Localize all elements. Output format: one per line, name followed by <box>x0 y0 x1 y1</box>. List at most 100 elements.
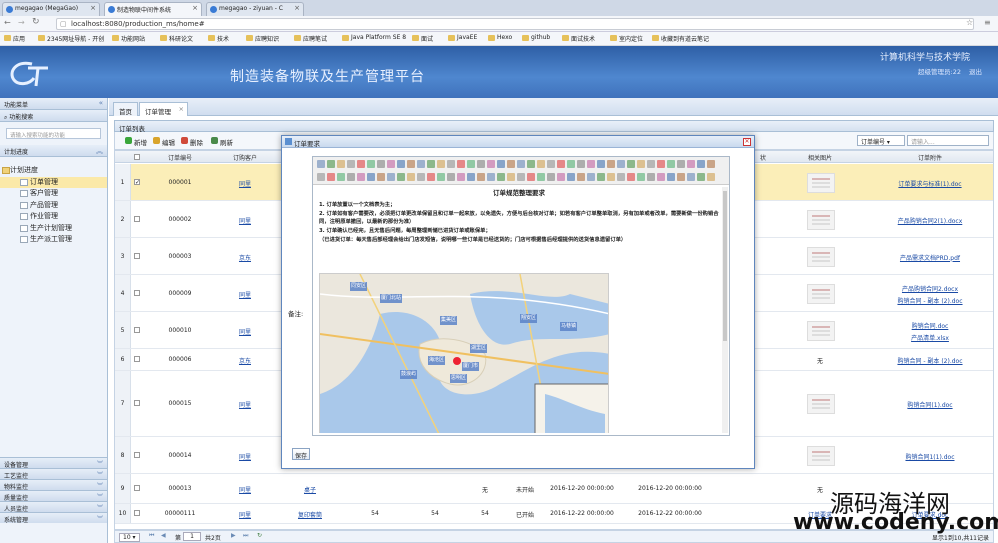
attachment-link[interactable]: 购销合同1(1).doc <box>875 452 985 461</box>
editor-tool-icon[interactable] <box>607 173 615 181</box>
row-checkbox[interactable] <box>134 215 140 222</box>
editor-tool-icon[interactable] <box>387 160 395 168</box>
editor-tool-icon[interactable] <box>337 160 345 168</box>
editor-tool-icon[interactable] <box>607 160 615 168</box>
chevron-down-icon[interactable]: ︾ <box>97 459 103 468</box>
image-thumbnail[interactable] <box>807 394 835 414</box>
attachment-link[interactable]: 购销合同 - 副本 (2).doc <box>875 296 985 305</box>
editor-tool-icon[interactable] <box>337 173 345 181</box>
editor-tool-icon[interactable] <box>677 173 685 181</box>
editor-tool-icon[interactable] <box>317 173 325 181</box>
add-button[interactable]: 新增 <box>125 137 147 147</box>
editor-tool-icon[interactable] <box>427 160 435 168</box>
bookmark-item[interactable]: 应用 <box>4 34 25 43</box>
bookmark-item[interactable]: 技术 <box>208 34 229 43</box>
client-link[interactable]: 同里 <box>215 327 275 336</box>
edit-button[interactable]: 编辑 <box>153 137 175 147</box>
chevron-down-icon[interactable]: ︾ <box>97 503 103 512</box>
editor-tool-icon[interactable] <box>447 173 455 181</box>
editor-tool-icon[interactable] <box>537 160 545 168</box>
editor-tool-icon[interactable] <box>367 160 375 168</box>
editor-tool-icon[interactable] <box>567 160 575 168</box>
editor-tool-icon[interactable] <box>347 160 355 168</box>
editor-tool-icon[interactable] <box>407 173 415 181</box>
select-all-checkbox[interactable] <box>134 154 140 160</box>
client-link[interactable]: 京东 <box>215 253 275 262</box>
col-image[interactable]: 相关图片 <box>795 153 845 162</box>
search-field-select[interactable]: 订单编号 ▾ <box>857 135 905 146</box>
forward-icon[interactable]: → <box>18 18 25 27</box>
chevron-down-icon[interactable]: ︾ <box>97 492 103 501</box>
browser-tab[interactable]: megagao (MegaGao) × <box>2 2 100 16</box>
editor-tool-icon[interactable] <box>467 160 475 168</box>
editor-tool-icon[interactable] <box>697 160 705 168</box>
chevron-down-icon[interactable]: ︾ <box>97 481 103 490</box>
editor-tool-icon[interactable] <box>657 160 665 168</box>
first-page-icon[interactable]: ⏮ <box>149 532 154 540</box>
row-checkbox[interactable]: ✓ <box>134 178 140 185</box>
next-page-icon[interactable]: ▶ <box>231 532 236 539</box>
editor-tool-icon[interactable] <box>417 160 425 168</box>
accordion-1[interactable]: 工艺监控 ︾ <box>0 468 107 480</box>
collapse-icon[interactable]: « <box>99 99 103 107</box>
tree-item-0[interactable]: 计划进度 <box>0 165 107 177</box>
bookmark-item[interactable]: 面试 <box>412 34 433 43</box>
editor-tool-icon[interactable] <box>487 173 495 181</box>
editor-tool-icon[interactable] <box>617 160 625 168</box>
editor-tool-icon[interactable] <box>427 173 435 181</box>
client-link[interactable]: 同里 <box>215 290 275 299</box>
editor-tool-icon[interactable] <box>467 173 475 181</box>
row-checkbox[interactable] <box>134 451 140 458</box>
accordion-4[interactable]: 人员监控 ︾ <box>0 501 107 513</box>
editor-tool-icon[interactable] <box>457 160 465 168</box>
editor-tool-icon[interactable] <box>457 173 465 181</box>
editor-tool-icon[interactable] <box>377 160 385 168</box>
product-link[interactable]: 桌子 <box>285 485 335 494</box>
attachment-link[interactable]: 购销合同 - 副本 (2).doc <box>875 356 985 365</box>
col-attachment[interactable]: 订单附件 <box>885 153 975 162</box>
editor-content[interactable]: 订单规范整理要求 1. 订单放置以一个文档表为主； 2. 订单如有客户需要改，必须… <box>319 189 719 433</box>
client-link[interactable]: 同里 <box>215 216 275 225</box>
col-order-id[interactable]: 订单编号 <box>155 153 205 162</box>
accordion-3[interactable]: 质量监控 ︾ <box>0 490 107 502</box>
image-thumbnail[interactable] <box>807 320 835 341</box>
attachment-link[interactable]: 产品需求文档PRD.pdf <box>875 253 985 262</box>
editor-tool-icon[interactable] <box>377 173 385 181</box>
editor-tool-icon[interactable] <box>667 173 675 181</box>
last-page-icon[interactable]: ⏭ <box>243 532 248 540</box>
editor-tool-icon[interactable] <box>597 173 605 181</box>
editor-tool-icon[interactable] <box>437 160 445 168</box>
page-number-input[interactable]: 1 <box>183 532 201 541</box>
editor-tool-icon[interactable] <box>507 173 515 181</box>
image-thumbnail[interactable] <box>807 445 835 466</box>
editor-tool-icon[interactable] <box>627 173 635 181</box>
editor-tool-icon[interactable] <box>367 173 375 181</box>
row-checkbox[interactable] <box>134 289 140 296</box>
chevron-down-icon[interactable]: ︾ <box>97 514 103 523</box>
editor-tool-icon[interactable] <box>507 160 515 168</box>
client-link[interactable]: 同里 <box>215 452 275 461</box>
editor-tool-icon[interactable] <box>617 173 625 181</box>
editor-tool-icon[interactable] <box>487 160 495 168</box>
editor-tool-icon[interactable] <box>437 173 445 181</box>
editor-tool-icon[interactable] <box>557 173 565 181</box>
bookmark-item[interactable]: 科研论文 <box>160 34 193 43</box>
editor-tool-icon[interactable] <box>597 160 605 168</box>
editor-tool-icon[interactable] <box>547 160 555 168</box>
row-checkbox[interactable] <box>134 510 140 516</box>
editor-tool-icon[interactable] <box>587 160 595 168</box>
logout-link[interactable]: 退出 <box>969 68 982 76</box>
client-link[interactable]: 京东 <box>215 356 275 365</box>
editor-tool-icon[interactable] <box>657 173 665 181</box>
editor-tool-icon[interactable] <box>697 173 705 181</box>
url-input[interactable]: ▢ localhost:8080/production_ms/home# <box>56 18 974 30</box>
page-size-select[interactable]: 10 ▾ <box>119 533 140 542</box>
editor-tool-icon[interactable] <box>417 173 425 181</box>
attachment-link[interactable]: 产品购销合同2(1).docx <box>875 216 985 225</box>
prev-page-icon[interactable]: ◀ <box>161 532 166 539</box>
bookmark-item[interactable]: 室内定位 <box>610 34 643 43</box>
client-link[interactable]: 同里 <box>215 485 275 494</box>
editor-scrollbar-thumb[interactable] <box>723 191 727 341</box>
editor-tool-icon[interactable] <box>547 173 555 181</box>
editor-tool-icon[interactable] <box>567 173 575 181</box>
